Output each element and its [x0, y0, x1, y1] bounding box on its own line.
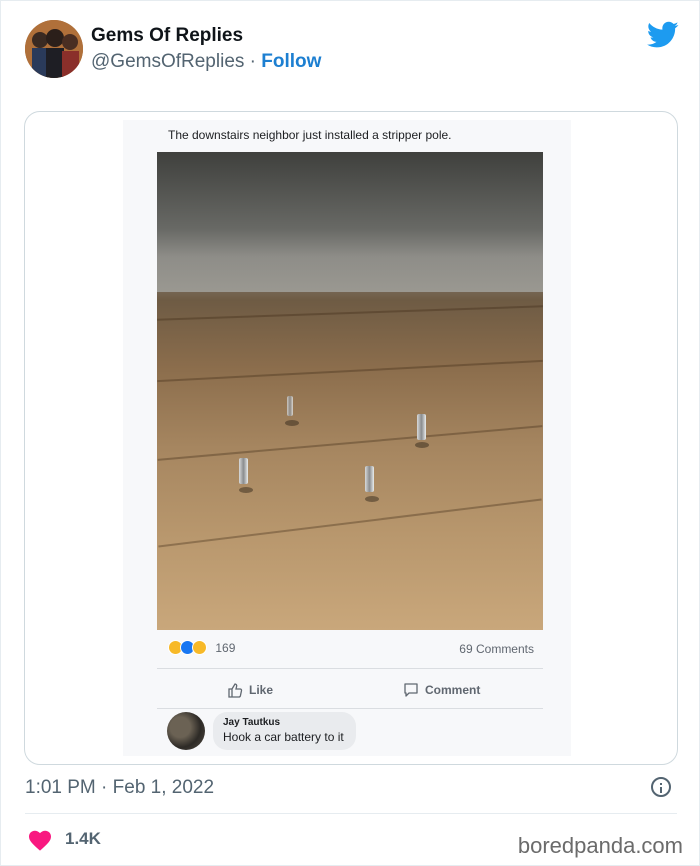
twitter-bird-icon[interactable]	[647, 21, 679, 49]
commenter-avatar	[167, 712, 205, 750]
screw	[239, 458, 248, 484]
handle-row: @GemsOfReplies · Follow	[91, 51, 321, 73]
tweet-card: Gems Of Replies @GemsOfReplies · Follow …	[0, 0, 700, 866]
watermark: boredpanda.com	[517, 833, 683, 858]
comment-bubble-icon	[404, 683, 418, 697]
info-icon[interactable]	[651, 777, 671, 797]
post-caption: The downstairs neighbor just installed a…	[168, 128, 452, 142]
divider	[157, 708, 543, 709]
reactions-row: 169 69 Comments	[168, 640, 534, 660]
divider	[25, 813, 677, 814]
wow-emoji-icon	[192, 640, 207, 656]
heart-icon[interactable]	[28, 829, 52, 851]
comment-action: Comment	[403, 682, 480, 698]
media-attachment[interactable]: The downstairs neighbor just installed a…	[24, 111, 678, 765]
thumbs-up-icon	[228, 683, 243, 698]
follow-button[interactable]: Follow	[261, 51, 321, 72]
comment: Jay Tautkus Hook a car battery to it	[167, 712, 407, 754]
floor-photo	[157, 152, 543, 630]
screw	[417, 414, 426, 440]
photo-wall	[157, 152, 543, 292]
screw	[287, 396, 293, 416]
divider	[157, 668, 543, 669]
like-label: Like	[249, 683, 274, 697]
display-name[interactable]: Gems Of Replies	[91, 25, 243, 47]
handle[interactable]: @GemsOfReplies	[91, 51, 244, 72]
comment-label: Comment	[425, 683, 481, 697]
comment-bubble: Jay Tautkus Hook a car battery to it	[213, 712, 356, 750]
commenter-name: Jay Tautkus	[223, 717, 281, 728]
screw	[365, 466, 374, 492]
embedded-facebook-post: The downstairs neighbor just installed a…	[123, 120, 571, 756]
reaction-count: 169	[215, 640, 236, 655]
comment-text: Hook a car battery to it	[223, 730, 344, 744]
like-action: Like	[227, 682, 273, 698]
like-count[interactable]: 1.4K	[65, 829, 101, 849]
comments-count: 69 Comments	[459, 642, 534, 656]
avatar[interactable]	[25, 20, 83, 78]
post-actions: Like Comment	[157, 676, 543, 704]
separator: ·	[244, 51, 262, 72]
tweet-timestamp[interactable]: 1:01 PM · Feb 1, 2022	[25, 777, 214, 799]
